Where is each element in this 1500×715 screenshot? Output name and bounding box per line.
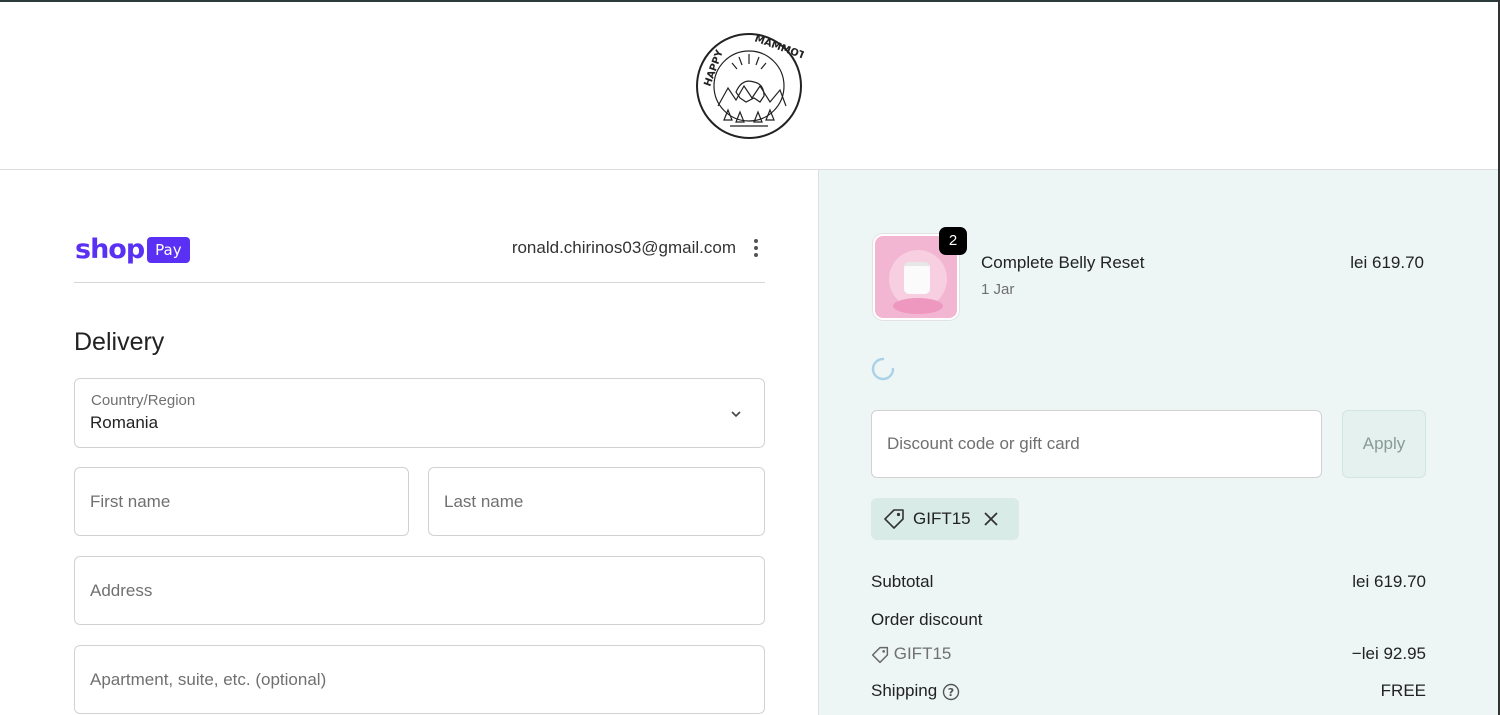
first-name-field[interactable]: First name bbox=[74, 467, 409, 536]
address-field[interactable]: Address bbox=[74, 556, 765, 625]
shop-pay-pill: Pay bbox=[147, 236, 190, 263]
apartment-placeholder: Apartment, suite, etc. (optional) bbox=[90, 669, 327, 689]
country-value: Romania bbox=[90, 413, 159, 432]
svg-text:MAMMOTH: MAMMOTH bbox=[753, 33, 804, 64]
product-variant: 1 Jar bbox=[981, 281, 1015, 298]
shop-pay-logo[interactable]: shop Pay bbox=[75, 234, 190, 265]
address-placeholder: Address bbox=[90, 580, 153, 600]
first-name-placeholder: First name bbox=[90, 491, 171, 511]
delivery-heading: Delivery bbox=[74, 328, 165, 356]
shop-pay-wordmark: shop bbox=[75, 234, 145, 265]
loading-spinner-icon bbox=[871, 357, 895, 381]
last-name-field[interactable]: Last name bbox=[428, 467, 765, 536]
remove-discount-icon[interactable] bbox=[983, 511, 999, 527]
shipping-value: FREE bbox=[1380, 681, 1426, 700]
applied-discount-chip: GIFT15 bbox=[871, 498, 1019, 540]
shipping-row: Shipping ? FREE bbox=[871, 681, 1426, 701]
svg-text:?: ? bbox=[948, 686, 954, 699]
apply-button[interactable]: Apply bbox=[1342, 410, 1426, 478]
product-name: Complete Belly Reset bbox=[981, 253, 1145, 272]
subtotal-value: lei 619.70 bbox=[1352, 572, 1426, 591]
order-discount-label: Order discount bbox=[871, 610, 983, 629]
help-icon[interactable]: ? bbox=[942, 683, 960, 701]
checkout-form: shop Pay ronald.chirinos03@gmail.com Del… bbox=[0, 170, 818, 715]
last-name-placeholder: Last name bbox=[444, 491, 524, 511]
subtotal-row: Subtotal lei 619.70 bbox=[871, 572, 1426, 592]
country-select[interactable]: Country/Region Romania bbox=[74, 378, 765, 448]
product-price: lei 619.70 bbox=[1350, 253, 1424, 272]
subtotal-label: Subtotal bbox=[871, 572, 934, 591]
discount-value: −lei 92.95 bbox=[1351, 644, 1426, 663]
discount-code-label: GIFT15 bbox=[893, 644, 952, 663]
discount-placeholder: Discount code or gift card bbox=[887, 434, 1080, 453]
svg-text:HAPPY: HAPPY bbox=[702, 48, 726, 88]
discount-code-row: GIFT15 −lei 92.95 bbox=[871, 644, 1426, 664]
account-email: ronald.chirinos03@gmail.com bbox=[511, 238, 736, 257]
tag-icon bbox=[884, 509, 904, 529]
discount-input[interactable]: Discount code or gift card bbox=[871, 410, 1322, 478]
applied-discount-code: GIFT15 bbox=[913, 509, 971, 528]
country-label: Country/Region bbox=[91, 392, 196, 409]
apartment-field[interactable]: Apartment, suite, etc. (optional) bbox=[74, 645, 765, 714]
more-options-icon[interactable] bbox=[753, 238, 759, 258]
tag-icon bbox=[871, 646, 889, 663]
order-summary: 2 Complete Belly Reset 1 Jar lei 619.70 … bbox=[818, 170, 1498, 715]
shipping-label: Shipping bbox=[871, 681, 938, 700]
divider bbox=[74, 282, 765, 283]
chevron-down-icon bbox=[731, 411, 741, 418]
header: HAPPY MAMMOTH bbox=[0, 2, 1498, 170]
brand-logo[interactable]: HAPPY MAMMOTH bbox=[694, 30, 804, 142]
order-discount-row: Order discount bbox=[871, 610, 1426, 630]
quantity-badge: 2 bbox=[939, 227, 967, 255]
